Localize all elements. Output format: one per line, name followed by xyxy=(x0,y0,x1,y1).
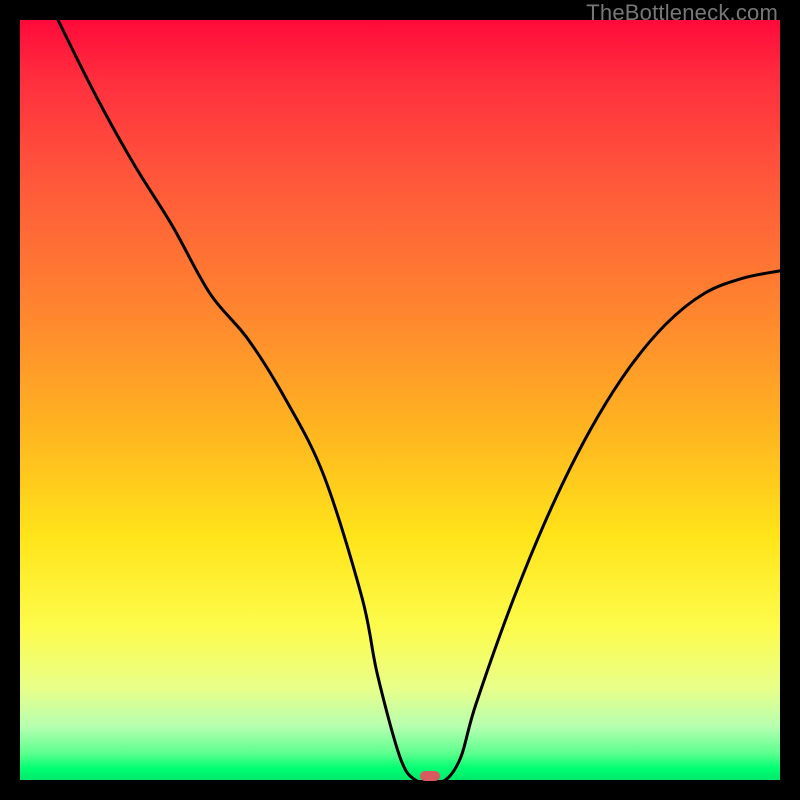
bottleneck-curve xyxy=(20,20,780,780)
watermark-text: TheBottleneck.com xyxy=(586,0,778,26)
plot-area xyxy=(20,20,780,780)
chart-frame: TheBottleneck.com xyxy=(0,0,800,800)
optimal-marker xyxy=(420,771,440,781)
